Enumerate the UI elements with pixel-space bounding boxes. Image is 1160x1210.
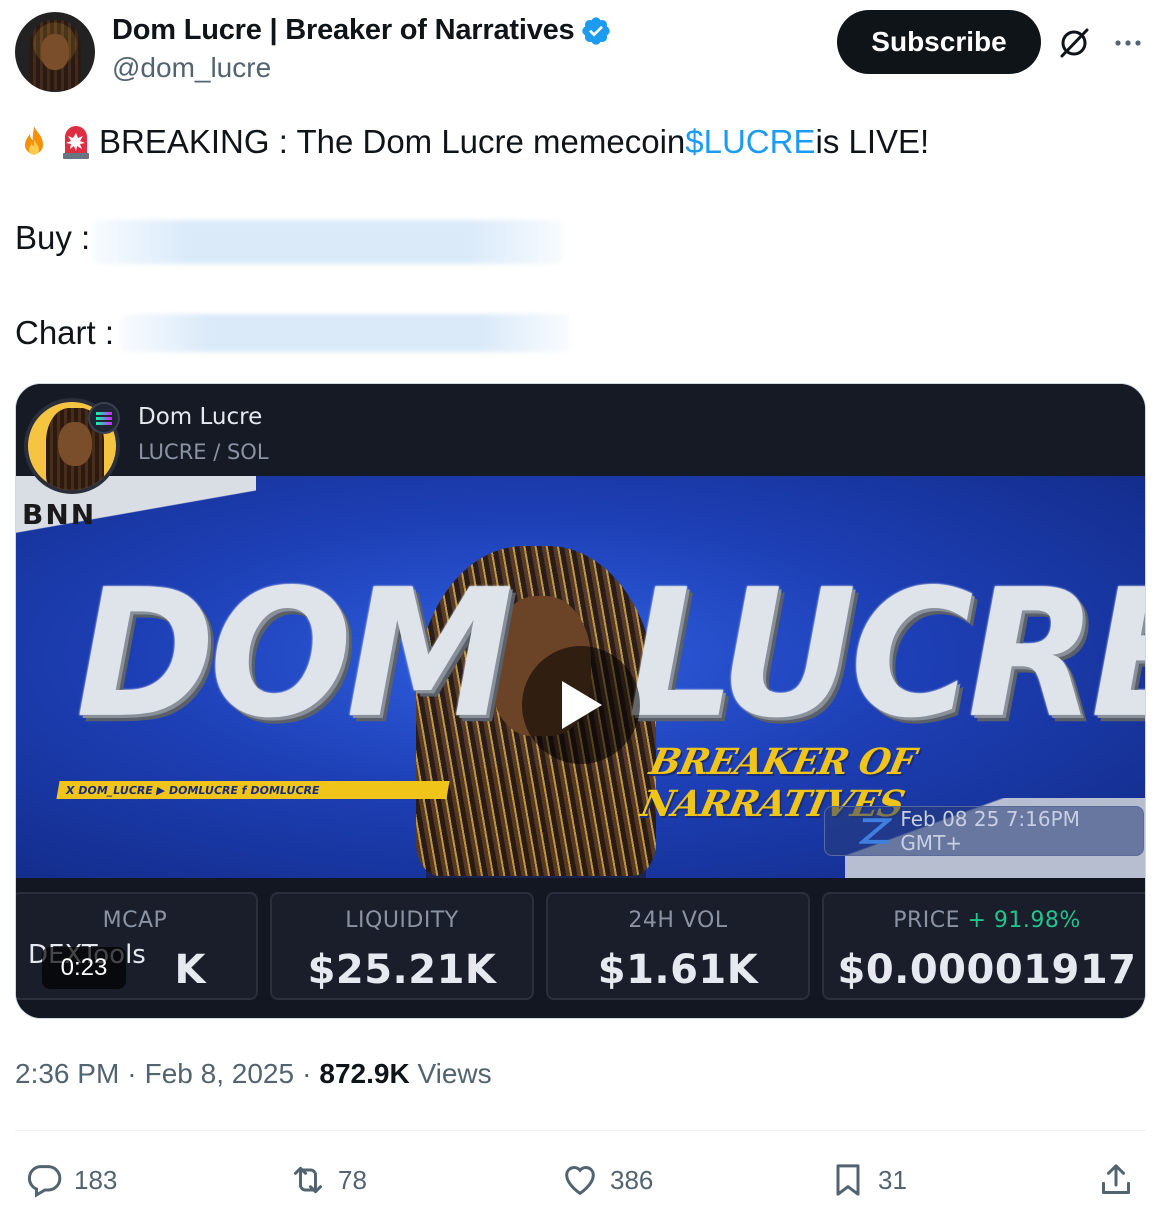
views-count[interactable]: 872.9K [319,1058,409,1089]
reply-count: 183 [74,1164,118,1195]
stat-price: PRICE + 91.98% $0.00001917 [822,892,1145,1000]
tweet-text-prefix: BREAKING : The Dom Lucre memecoin [99,123,686,160]
subscribe-button[interactable]: Subscribe [837,10,1041,74]
stat-volume-value: $1.61K [597,947,759,993]
author-handle[interactable]: @dom_lucre [112,52,271,84]
tweet-actions: 183 78 386 31 [0,1152,1160,1208]
buy-label: Buy : [15,219,91,256]
tweet-header: Dom Lucre | Breaker of Narratives @dom_l… [15,10,1145,92]
share-button[interactable] [1096,1160,1136,1200]
meta-separator: · [302,1058,312,1089]
bookmark-icon [836,1164,860,1196]
reply-button[interactable]: 183 [24,1160,117,1200]
stat-volume: 24H VOL $1.61K [546,892,810,1000]
play-button-icon[interactable] [522,646,640,764]
like-button[interactable]: 386 [560,1160,653,1200]
token-pair: LUCRE / SOL [138,440,269,464]
stat-mcap-label: MCAP [102,908,168,933]
meta-separator: · [127,1058,137,1089]
video-duration-badge: 0:23 [42,947,126,989]
heart-icon [565,1166,595,1196]
tweet-meta: 2:36 PM · Feb 8, 2025 · 872.9K Views [15,1058,492,1090]
author-name-row: Dom Lucre | Breaker of Narratives [112,14,612,47]
more-options-icon[interactable] [1111,26,1145,60]
stat-price-change: + 91.98% [967,908,1081,933]
dexscreener-icon [859,818,893,844]
buy-line: Buy : [15,218,90,258]
banner-timestamp-overlay: Feb 08 25 7:16PM GMT+ [824,806,1144,856]
stat-liquidity-value: $25.21K [307,947,497,993]
grok-icon[interactable] [1057,26,1091,60]
overlay-timestamp-text: Feb 08 25 7:16PM GMT+ [900,807,1080,855]
tweet-time[interactable]: 2:36 PM [15,1058,119,1090]
stat-liquidity: LIQUIDITY $25.21K [270,892,534,1000]
stat-price-label-row: PRICE + 91.98% [824,908,1145,933]
banner-word-right: LUCRE [628,551,1145,757]
buy-link-redacted[interactable] [93,220,563,264]
stat-price-value: $0.00001917 [837,947,1137,993]
author-avatar[interactable] [15,12,95,92]
chart-label: Chart : [15,314,115,351]
banner-social-strip: X DOM_LUCRE ▶ DOMLUCRE f DOMLUCRE [56,781,450,799]
share-icon [1102,1164,1130,1194]
token-profile-name: Dom Lucre [138,404,263,430]
banner-channel-logo: BNN [22,498,97,531]
tweet-text-line-1: BREAKING : The Dom Lucre memecoin $LUCRE… [15,122,929,162]
token-stats-bar: MCAP K LIQUIDITY $25.21K 24H VOL $1.61K … [16,878,1145,1018]
chart-line: Chart : [15,313,114,353]
retweet-count: 78 [338,1164,367,1195]
cashtag-link[interactable]: $LUCRE [685,122,815,162]
verified-badge-icon[interactable] [580,15,612,47]
video-media-card[interactable]: Dom Lucre LUCRE / SOL BNN DOM LUCRE BREA… [15,383,1146,1019]
reply-icon [27,1165,62,1198]
bookmark-button[interactable]: 31 [828,1160,907,1200]
views-label: Views [417,1058,492,1089]
banner-word-left: DOM [76,551,513,757]
stat-volume-label: 24H VOL [628,908,728,933]
stat-liquidity-label: LIQUIDITY [345,908,459,933]
author-display-name[interactable]: Dom Lucre | Breaker of Narratives [112,14,575,47]
like-count: 386 [610,1164,654,1195]
retweet-button[interactable]: 78 [288,1160,367,1200]
chart-link-redacted[interactable] [120,314,570,352]
tweet-date[interactable]: Feb 8, 2025 [145,1058,294,1090]
fire-emoji-icon [25,126,43,155]
stat-price-label: PRICE [893,908,960,933]
bookmark-count: 31 [878,1164,907,1195]
tweet-text-suffix: is LIVE! [815,123,930,160]
solana-icon [88,402,120,434]
siren-emoji-icon [63,126,89,159]
divider [15,1130,1146,1131]
retweet-icon [294,1166,322,1194]
